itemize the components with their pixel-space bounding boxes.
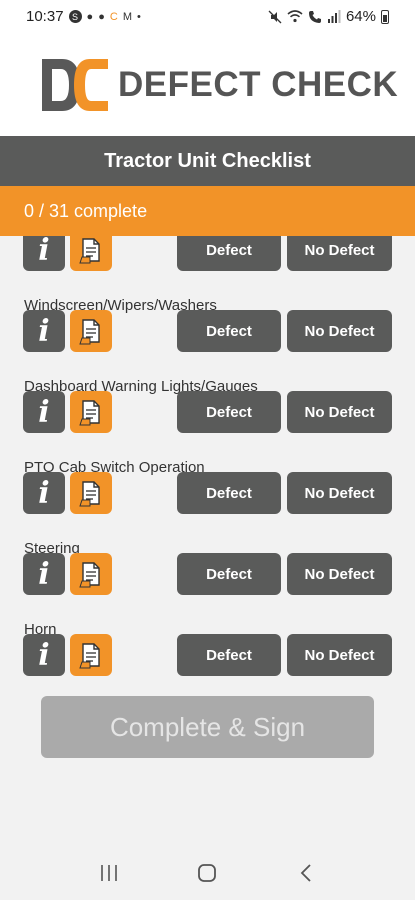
note-button[interactable] [70, 310, 112, 352]
app-header: DEFECT CHECK [0, 33, 415, 136]
note-button[interactable] [70, 553, 112, 595]
no-defect-button[interactable]: No Defect [287, 634, 392, 676]
wifi-icon [287, 10, 303, 23]
progress-banner: 0 / 31 complete [0, 186, 415, 236]
battery-percent: 64% [345, 8, 376, 25]
status-bar: 10:37 S ● ● C M • 64% [0, 0, 415, 33]
note-edit-icon [79, 238, 100, 264]
recents-button[interactable] [89, 853, 129, 893]
home-icon [198, 863, 217, 882]
info-icon: i [38, 313, 50, 349]
home-button[interactable] [187, 853, 227, 893]
checklist-item: Steering i Defect No Defect [0, 540, 415, 621]
checklist-title-bar: Tractor Unit Checklist [0, 136, 415, 186]
info-icon: i [38, 394, 50, 430]
wifi-call-icon [308, 10, 321, 23]
app-icon: C [109, 10, 118, 23]
info-icon: i [38, 556, 50, 592]
more-notifications-icon: • [136, 10, 141, 23]
logo-text: DEFECT CHECK [118, 64, 399, 104]
note-edit-icon [79, 319, 100, 345]
checklist-items: Mirrors Class 5 and 6, Cameras/Glass i D… [0, 236, 415, 685]
defect-button[interactable]: Defect [177, 553, 281, 595]
note-button[interactable] [70, 634, 112, 676]
complete-sign-button[interactable]: Complete & Sign [41, 696, 374, 758]
checklist-item: Horn i Defect No Defect [0, 621, 415, 685]
gmail-icon: M [122, 10, 132, 23]
note-edit-icon [79, 400, 100, 426]
no-defect-button[interactable]: No Defect [287, 310, 392, 352]
progress-text: 0 / 31 complete [24, 200, 148, 221]
defect-button[interactable]: Defect [177, 472, 281, 514]
info-button[interactable]: i [23, 236, 65, 271]
info-button[interactable]: i [23, 472, 65, 514]
info-button[interactable]: i [23, 553, 65, 595]
defect-button[interactable]: Defect [177, 634, 281, 676]
message-icon: ● [86, 10, 94, 23]
google-icon: ● [98, 10, 105, 23]
no-defect-button[interactable]: No Defect [287, 553, 392, 595]
battery-icon [381, 9, 389, 24]
no-defect-button[interactable]: No Defect [287, 236, 392, 271]
status-time: 10:37 [26, 8, 64, 25]
note-button[interactable] [70, 236, 112, 271]
info-icon: i [38, 236, 50, 268]
system-nav-bar [0, 845, 415, 900]
mute-icon [268, 10, 282, 23]
note-button[interactable] [70, 472, 112, 514]
defect-button[interactable]: Defect [177, 236, 281, 271]
page-title: Tractor Unit Checklist [104, 149, 311, 172]
info-icon: i [38, 475, 50, 511]
info-button[interactable]: i [23, 634, 65, 676]
note-edit-icon [79, 562, 100, 588]
checklist-item: PTO Cab Switch Operation i Defect No Def… [0, 459, 415, 540]
app-logo: DEFECT CHECK [40, 57, 398, 113]
checklist-item: Dashboard Warning Lights/Gauges i Defect… [0, 378, 415, 459]
defect-button[interactable]: Defect [177, 391, 281, 433]
info-button[interactable]: i [23, 391, 65, 433]
skype-icon: S [68, 10, 82, 23]
info-icon: i [38, 637, 50, 673]
checklist-item: Mirrors Class 5 and 6, Cameras/Glass i D… [0, 236, 415, 297]
note-edit-icon [79, 481, 100, 507]
info-button[interactable]: i [23, 310, 65, 352]
logo-mark-icon [42, 58, 108, 111]
status-right: 64% [268, 8, 389, 25]
checklist-item: Windscreen/Wipers/Washers i Defect No De… [0, 297, 415, 378]
checklist-scroll[interactable]: Mirrors Class 5 and 6, Cameras/Glass i D… [0, 236, 415, 685]
note-button[interactable] [70, 391, 112, 433]
complete-sign-label: Complete & Sign [109, 711, 306, 742]
signal-icon [327, 10, 341, 23]
back-icon [300, 863, 311, 882]
recents-icon [101, 864, 117, 881]
no-defect-button[interactable]: No Defect [287, 391, 392, 433]
status-left: 10:37 S ● ● C M • [26, 8, 141, 25]
no-defect-button[interactable]: No Defect [287, 472, 392, 514]
back-button[interactable] [286, 853, 326, 893]
note-edit-icon [79, 643, 100, 669]
defect-button[interactable]: Defect [177, 310, 281, 352]
